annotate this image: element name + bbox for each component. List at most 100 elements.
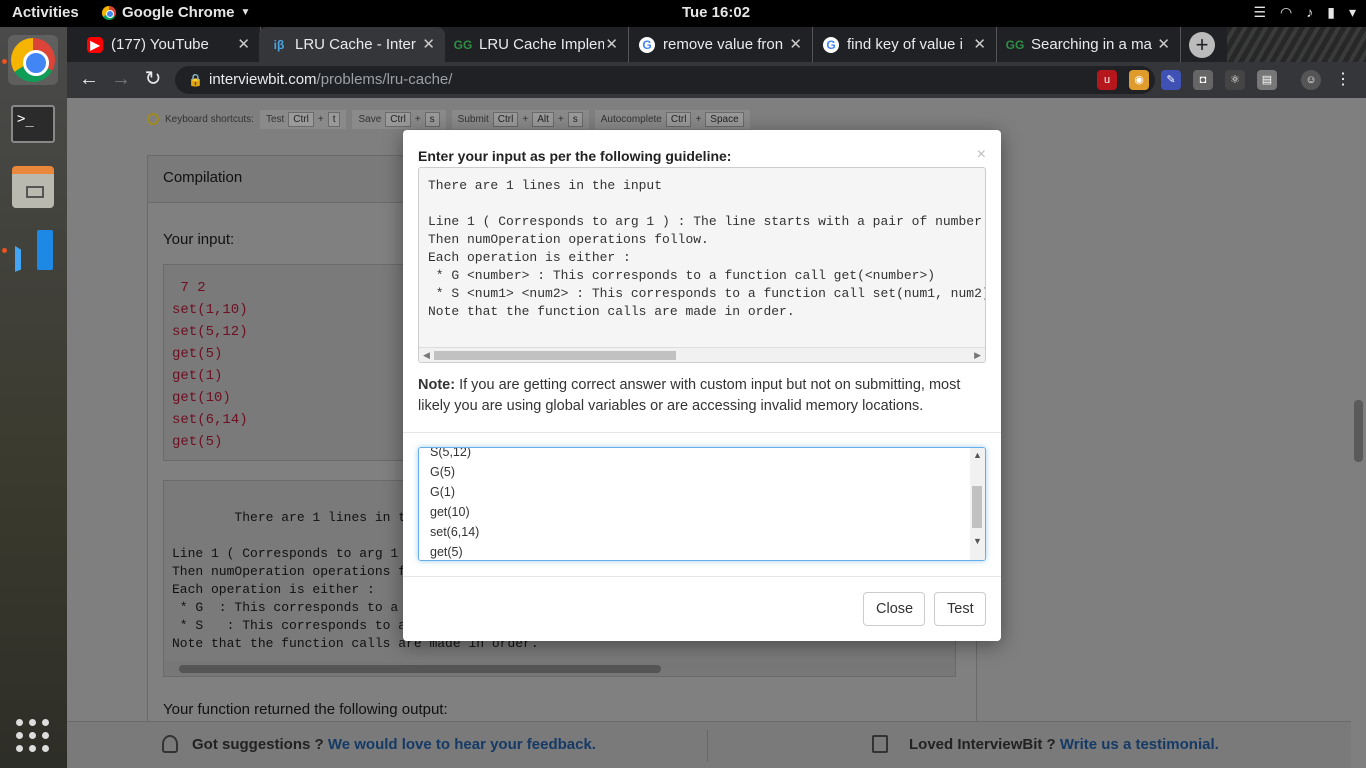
close-tab-icon[interactable]: ✕	[605, 35, 618, 53]
system-top-bar: Activities Google Chrome ▼ Tue 16:02 ☰ ◠…	[0, 0, 1366, 27]
reload-button[interactable]: ↻	[141, 68, 165, 92]
files-icon	[12, 166, 54, 208]
volume-icon[interactable]: ♪	[1306, 4, 1313, 21]
scrollbar-thumb[interactable]	[972, 486, 982, 528]
tab-strip: ▶ (177) YouTube ✕ iβ LRU Cache - Inter ✕…	[67, 27, 1366, 62]
input-line: G(1)	[430, 485, 455, 499]
menu-icon[interactable]: ☰	[1253, 4, 1266, 21]
shortcut-save: Save Ctrl + s	[352, 109, 446, 129]
google-icon: G	[823, 36, 839, 53]
new-tab-button[interactable]: +	[1189, 32, 1215, 58]
clock[interactable]: Tue 16:02	[0, 4, 1366, 21]
tab-title: find key of value i	[847, 36, 963, 53]
chrome-menu-icon[interactable]: ⋮	[1333, 70, 1353, 90]
geeksforgeeks-icon: GG	[453, 37, 473, 52]
system-tray[interactable]: ☰ ◠ ♪ ▮ ▾	[1253, 4, 1356, 21]
divider	[403, 576, 1001, 577]
your-input-label: Your input:	[163, 231, 235, 248]
note-label: Note:	[418, 377, 456, 393]
scroll-right-icon[interactable]: ▶	[974, 348, 981, 362]
note-text: If you are getting correct answer with c…	[418, 377, 961, 414]
input-line: S(5,12)	[430, 447, 471, 459]
extension-icon[interactable]: ▤	[1257, 70, 1277, 90]
input-line: get(5)	[430, 545, 463, 559]
vertical-scrollbar[interactable]: ▲ ▼	[970, 448, 985, 560]
camera-extension-icon[interactable]: ◘	[1193, 70, 1213, 90]
testimonial-text: Loved InterviewBit ? Write us a testimon…	[909, 736, 1219, 753]
close-icon[interactable]: ×	[977, 146, 986, 164]
tab-title: LRU Cache Implem	[479, 36, 604, 53]
show-applications-icon[interactable]	[16, 719, 50, 753]
vscode-icon	[13, 230, 53, 270]
url-domain: interviewbit.com	[209, 71, 317, 88]
react-extension-icon[interactable]: ⚛	[1225, 70, 1245, 90]
input-line: G(5)	[430, 465, 455, 479]
close-button[interactable]: Close	[863, 592, 925, 626]
shortcut-submit: Submit Ctrl + Alt + s	[451, 109, 589, 129]
dock: >_	[0, 27, 67, 768]
ublock-extension-icon[interactable]: u	[1097, 70, 1117, 90]
back-button[interactable]: ←	[77, 68, 101, 92]
tab-lru-impl[interactable]: GG LRU Cache Implem ✕	[443, 27, 629, 62]
power-menu-chevron-icon[interactable]: ▾	[1349, 4, 1356, 21]
tab-title: Searching in a ma	[1031, 36, 1152, 53]
tab-remove-value[interactable]: G remove value fron ✕	[627, 27, 813, 62]
wifi-icon[interactable]: ◠	[1280, 4, 1292, 21]
interviewbit-icon: iβ	[273, 37, 285, 52]
terminal-icon: >_	[11, 105, 55, 143]
keyboard-shortcuts-bar: Keyboard shortcuts: Test Ctrl + t Save C…	[147, 108, 750, 130]
tab-lru-cache[interactable]: iβ LRU Cache - Inter ✕	[259, 27, 445, 62]
close-tab-icon[interactable]: ✕	[237, 35, 250, 53]
horizontal-scrollbar[interactable]: ◀ ▶	[419, 347, 985, 362]
input-line: get(10)	[430, 505, 470, 519]
divider	[403, 432, 1001, 433]
modal-guideline-box: There are 1 lines in the input Line 1 ( …	[418, 167, 986, 363]
close-tab-icon[interactable]: ✕	[789, 35, 802, 53]
footer-divider	[707, 730, 708, 762]
url-path: /problems/lru-cache/	[316, 71, 453, 88]
feedback-link[interactable]: We would love to hear your feedback.	[328, 736, 596, 753]
running-indicator	[2, 59, 7, 64]
dock-files[interactable]	[8, 162, 58, 212]
extension-icon[interactable]: ◉	[1129, 70, 1149, 90]
scrollbar-thumb[interactable]	[434, 351, 676, 360]
shortcut-test: Test Ctrl + t	[259, 109, 347, 129]
scroll-left-icon[interactable]: ◀	[423, 348, 430, 362]
close-tab-icon[interactable]: ✕	[973, 35, 986, 53]
textarea-content[interactable]: S(5,12) G(5) G(1) get(10) set(6,14) get(…	[430, 447, 480, 560]
address-bar[interactable]: 🔒 interviewbit.com/problems/lru-cache/ ☆	[175, 66, 1155, 94]
page-scrollbar[interactable]	[1351, 98, 1366, 768]
scroll-down-icon[interactable]: ▼	[973, 536, 982, 546]
custom-input-modal: Enter your input as per the following gu…	[403, 130, 1001, 641]
browser-toolbar: ← → ↻ 🔒 interviewbit.com/problems/lru-ca…	[67, 62, 1366, 98]
close-tab-icon[interactable]: ✕	[1157, 35, 1170, 53]
lock-icon[interactable]: 🔒	[188, 66, 203, 94]
tab-searching-map[interactable]: GG Searching in a ma ✕	[995, 27, 1181, 62]
input-line: set(6,14)	[430, 525, 480, 539]
close-tab-icon[interactable]: ✕	[422, 35, 435, 53]
dock-terminal[interactable]: >_	[8, 99, 58, 149]
tab-title: LRU Cache - Inter	[295, 36, 416, 53]
lightbulb-icon	[147, 113, 159, 125]
tab-youtube[interactable]: ▶ (177) YouTube ✕	[75, 27, 261, 62]
modal-title: Enter your input as per the following gu…	[418, 148, 732, 164]
extension-icon[interactable]: ✎	[1161, 70, 1181, 90]
running-indicator	[2, 248, 7, 253]
google-icon: G	[639, 36, 655, 53]
tab-find-key[interactable]: G find key of value i ✕	[811, 27, 997, 62]
dock-chrome[interactable]	[8, 35, 58, 85]
shortcuts-label: Keyboard shortcuts:	[165, 113, 254, 125]
horizontal-scrollbar[interactable]	[164, 662, 955, 676]
dock-vscode[interactable]	[8, 225, 58, 275]
battery-icon[interactable]: ▮	[1327, 4, 1335, 21]
feedback-footer: Got suggestions ? We would love to hear …	[67, 721, 1351, 768]
tab-title: remove value fron	[663, 36, 784, 53]
testimonial-link[interactable]: Write us a testimonial.	[1060, 736, 1219, 753]
forward-button[interactable]: →	[109, 68, 133, 92]
scroll-up-icon[interactable]: ▲	[973, 450, 982, 460]
custom-input-textarea[interactable]: S(5,12) G(5) G(1) get(10) set(6,14) get(…	[418, 447, 986, 561]
tab-title: (177) YouTube	[111, 36, 209, 53]
geeksforgeeks-icon: GG	[1005, 37, 1025, 52]
test-button[interactable]: Test	[934, 592, 986, 626]
profile-avatar[interactable]: ☺	[1301, 70, 1321, 90]
